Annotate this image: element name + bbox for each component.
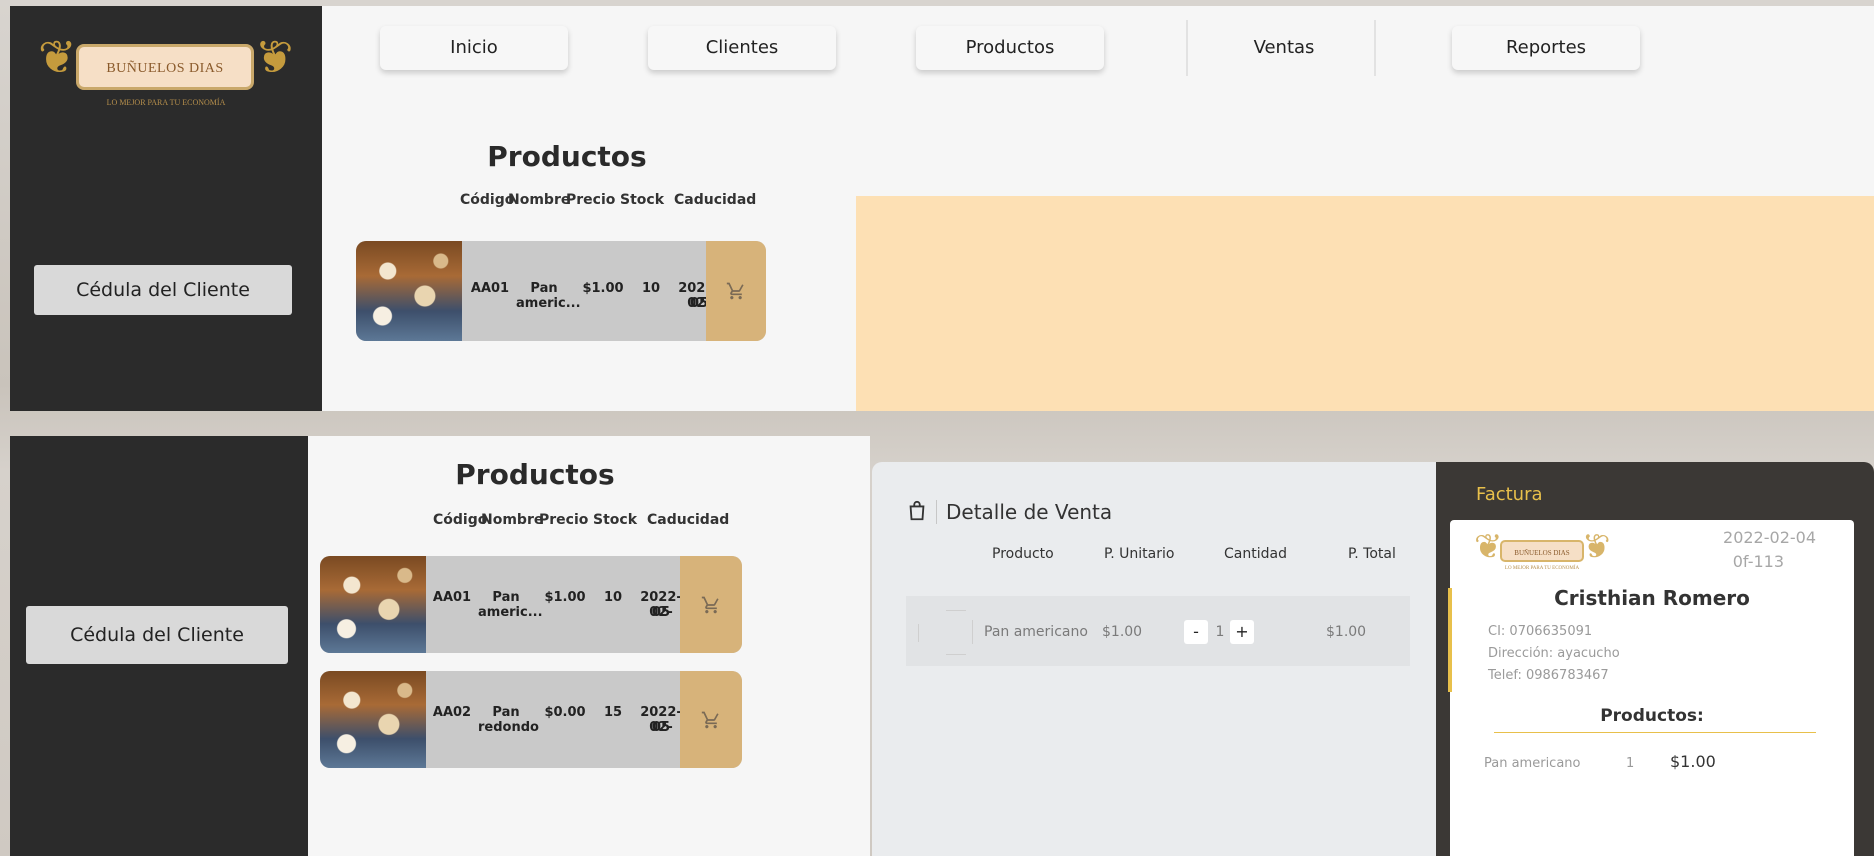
- product-card: AA01 Pan americ... $1.00 10 2022-02- 05: [320, 556, 742, 653]
- product-thumb-line: [918, 624, 919, 642]
- decrease-quantity-button[interactable]: -: [1184, 620, 1208, 644]
- product-thumb-line: [946, 610, 966, 611]
- invoice-title: Factura: [1476, 484, 1543, 505]
- invoice-number: 0f-113: [1732, 552, 1784, 571]
- products-panel: Productos Código Nombre Precio Stock Cad…: [308, 436, 870, 856]
- invoice-products-heading: Productos:: [1600, 706, 1704, 726]
- col-codigo: Código: [460, 192, 515, 208]
- product-code: AA01: [470, 281, 510, 296]
- invoice-date: 2022-02-04: [1723, 528, 1816, 547]
- col-caducidad: Caducidad: [674, 192, 757, 208]
- product-image: [320, 556, 426, 653]
- invoice-panel: Factura ❦ ❦ BUÑUELOS DIAS LO MEJOR PARA …: [1436, 462, 1874, 856]
- sale-unit-price: $1.00: [1102, 624, 1143, 640]
- sale-detail-title: Detalle de Venta: [946, 500, 1113, 524]
- nav-ventas[interactable]: Ventas: [1194, 26, 1374, 70]
- shopping-cart-icon: [701, 596, 719, 613]
- invoice-logo: ❦ ❦ BUÑUELOS DIAS LO MEJOR PARA TU ECONO…: [1474, 528, 1611, 576]
- wheat-right-icon: ❦: [1581, 528, 1611, 566]
- shopping-cart-icon: [726, 282, 744, 300]
- invoice-item-qty: 1: [1626, 756, 1635, 771]
- invoice-customer-name: Cristhian Romero: [1554, 586, 1750, 610]
- col-codigo: Código: [433, 512, 488, 528]
- product-code: AA01: [432, 590, 472, 605]
- invoice-item-price: $1.00: [1670, 752, 1716, 771]
- col-stock: Stock: [593, 512, 638, 528]
- brand-logo: ❦ ❦ BUÑUELOS DIAS LO MEJOR PARA TU ECONO…: [38, 28, 294, 122]
- invoice-brand-name: BUÑUELOS DIAS: [1500, 540, 1584, 562]
- col-caducidad: Caducidad: [647, 512, 730, 528]
- nav-clientes[interactable]: Clientes: [648, 26, 836, 70]
- sale-product-name: Pan americano: [984, 624, 1088, 640]
- invoice-products-divider: [1494, 732, 1816, 733]
- product-image: [356, 241, 462, 341]
- product-price: $0.00: [544, 705, 586, 720]
- product-name-line2: redondo: [478, 720, 539, 735]
- product-name-line1: Pan: [492, 590, 520, 605]
- sale-total-price: $1.00: [1326, 624, 1367, 640]
- cedula-cliente-button[interactable]: Cédula del Cliente: [34, 265, 292, 315]
- product-image: [320, 671, 426, 768]
- col-precio-total: P. Total: [1348, 546, 1396, 562]
- title-divider: [936, 500, 937, 524]
- wheat-left-icon: ❦: [1474, 528, 1503, 566]
- sidebar: ❦ ❦ BUÑUELOS DIAS LO MEJOR PARA TU ECONO…: [10, 6, 322, 411]
- product-thumb-line: [946, 654, 966, 655]
- product-stock: 10: [603, 590, 623, 605]
- col-stock: Stock: [620, 192, 665, 208]
- product-stock: 15: [603, 705, 623, 720]
- product-name-line2: americ...: [516, 296, 581, 311]
- col-producto: Producto: [992, 546, 1054, 562]
- wheat-right-icon: ❦: [255, 31, 294, 83]
- nav-inicio[interactable]: Inicio: [380, 26, 568, 70]
- add-to-cart-button[interactable]: [680, 556, 742, 653]
- invoice-card: ❦ ❦ BUÑUELOS DIAS LO MEJOR PARA TU ECONO…: [1448, 520, 1854, 856]
- col-precio: Precio: [566, 192, 616, 208]
- brand-tagline: LO MEJOR PARA TU ECONOMÍA: [106, 98, 226, 107]
- product-card: AA01 Pan americ... $1.00 10 2022-02- 05: [356, 241, 766, 341]
- product-price: $1.00: [582, 281, 624, 296]
- row-divider: [972, 620, 973, 644]
- invoice-brand-tagline: LO MEJOR PARA TU ECONOMÍA: [1504, 566, 1580, 571]
- empty-panel: [856, 196, 1874, 411]
- nav-productos[interactable]: Productos: [916, 26, 1104, 70]
- add-to-cart-button[interactable]: [706, 241, 766, 341]
- shopping-cart-icon: [701, 711, 719, 728]
- sale-detail-row: Pan americano $1.00 - 1 + $1.00: [906, 596, 1410, 666]
- cedula-cliente-button[interactable]: Cédula del Cliente: [26, 606, 288, 664]
- bottom-screenshot: Cédula del Cliente Productos Código Nomb…: [10, 436, 1874, 856]
- col-precio: Precio: [539, 512, 589, 528]
- products-title: Productos: [455, 458, 615, 491]
- product-card: AA02 Pan redondo $0.00 15 2022-02- 05: [320, 671, 742, 768]
- invoice-telefono: Telef: 0986783467: [1488, 668, 1609, 683]
- top-screenshot: ❦ ❦ BUÑUELOS DIAS LO MEJOR PARA TU ECONO…: [10, 6, 1874, 411]
- brand-plate: BUÑUELOS DIAS: [76, 44, 254, 90]
- product-code: AA02: [432, 705, 472, 720]
- product-stock: 10: [641, 281, 661, 296]
- invoice-item-name: Pan americano: [1484, 756, 1581, 771]
- product-name-line1: Pan: [530, 281, 558, 296]
- nav-separator: [1374, 20, 1376, 76]
- increase-quantity-button[interactable]: +: [1230, 620, 1254, 644]
- nav-reportes[interactable]: Reportes: [1452, 26, 1640, 70]
- sale-quantity: 1: [1215, 624, 1225, 640]
- nav-separator: [1186, 20, 1188, 76]
- product-name-line2: americ...: [478, 605, 543, 620]
- col-nombre: Nombre: [481, 512, 544, 528]
- products-title: Productos: [487, 140, 647, 173]
- col-precio-unitario: P. Unitario: [1104, 546, 1175, 562]
- wheat-left-icon: ❦: [38, 31, 77, 83]
- invoice-ci: CI: 0706635091: [1488, 624, 1593, 639]
- brand-name: BUÑUELOS DIAS: [106, 61, 224, 76]
- shopping-bag-icon: [906, 500, 928, 522]
- sale-detail-panel: Detalle de Venta Producto P. Unitario Ca…: [872, 462, 1444, 856]
- product-price: $1.00: [544, 590, 586, 605]
- col-cantidad: Cantidad: [1224, 546, 1287, 562]
- col-nombre: Nombre: [508, 192, 571, 208]
- sidebar: Cédula del Cliente: [10, 436, 308, 856]
- add-to-cart-button[interactable]: [680, 671, 742, 768]
- invoice-direccion: Dirección: ayacucho: [1488, 646, 1620, 661]
- product-name-line1: Pan: [492, 705, 520, 720]
